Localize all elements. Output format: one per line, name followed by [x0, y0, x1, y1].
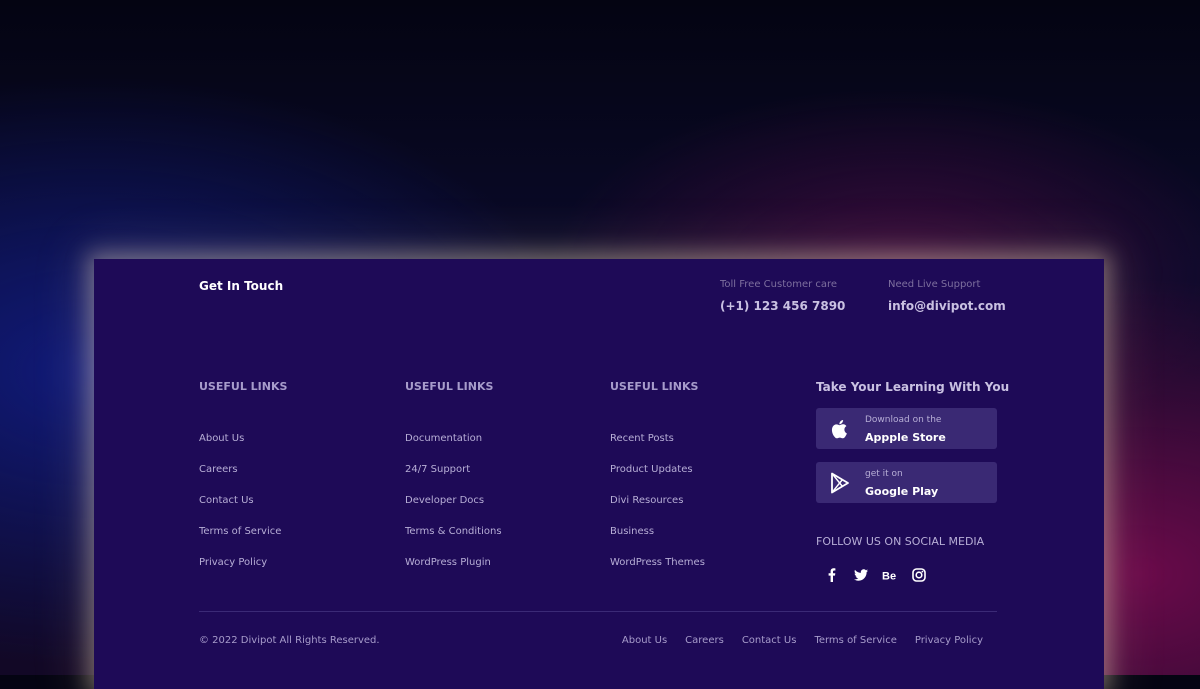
- google-play-label: Google Play: [865, 485, 939, 498]
- apple-store-label: Appple Store: [865, 431, 946, 444]
- apple-icon: [828, 417, 852, 441]
- get-in-touch-heading: Get In Touch: [199, 279, 284, 293]
- facebook-icon[interactable]: [823, 566, 841, 584]
- instagram-icon[interactable]: [910, 566, 928, 584]
- bottom-link-about-us[interactable]: About Us: [622, 635, 667, 646]
- footer-link-divi-resources[interactable]: Divi Resources: [610, 495, 683, 506]
- footer-link-terms-of-service[interactable]: Terms of Service: [199, 526, 281, 537]
- copyright-text: © 2022 Divipot All Rights Reserved.: [199, 635, 380, 646]
- footer-inner: Get In Touch Toll Free Customer care (+1…: [199, 259, 1009, 689]
- footer-link-terms-conditions[interactable]: Terms & Conditions: [405, 526, 502, 537]
- footer-link-about-us[interactable]: About Us: [199, 433, 244, 444]
- svg-text:Be: Be: [882, 571, 896, 583]
- toll-free-label: Toll Free Customer care: [720, 279, 838, 290]
- phone-link[interactable]: (+1) 123 456 7890: [720, 299, 845, 313]
- bottom-link-privacy-policy[interactable]: Privacy Policy: [915, 635, 983, 646]
- footer-link-product-updates[interactable]: Product Updates: [610, 464, 693, 475]
- footer-link-careers[interactable]: Careers: [199, 464, 238, 475]
- social-heading: FOLLOW US ON SOCIAL MEDIA: [816, 535, 985, 548]
- bottom-nav: About Us Careers Contact Us Terms of Ser…: [622, 635, 983, 646]
- bottom-link-contact-us[interactable]: Contact Us: [742, 635, 797, 646]
- twitter-icon[interactable]: [852, 566, 870, 584]
- apps-heading: Take Your Learning With You: [816, 380, 1010, 394]
- google-play-button[interactable]: get it on Google Play: [816, 462, 997, 503]
- footer-link-support[interactable]: 24/7 Support: [405, 464, 470, 475]
- google-play-caption: get it on: [865, 469, 903, 479]
- footer-link-wordpress-plugin[interactable]: WordPress Plugin: [405, 557, 491, 568]
- column-title: USEFUL LINKS: [405, 380, 494, 393]
- bottom-link-terms-of-service[interactable]: Terms of Service: [814, 635, 896, 646]
- footer-link-wordpress-themes[interactable]: WordPress Themes: [610, 557, 705, 568]
- bottom-link-careers[interactable]: Careers: [685, 635, 724, 646]
- email-link[interactable]: info@divipot.com: [888, 299, 1006, 313]
- column-title: USEFUL LINKS: [199, 380, 288, 393]
- facebook-icon[interactable]: [204, 566, 222, 584]
- column-title: USEFUL LINKS: [610, 380, 699, 393]
- footer-link-recent-posts[interactable]: Recent Posts: [610, 433, 674, 444]
- footer-link-documentation[interactable]: Documentation: [405, 433, 482, 444]
- footer-link-contact-us[interactable]: Contact Us: [199, 495, 254, 506]
- footer-link-developer-docs[interactable]: Developer Docs: [405, 495, 484, 506]
- apple-store-caption: Download on the: [865, 415, 942, 425]
- apple-store-button[interactable]: Download on the Appple Store: [816, 408, 997, 449]
- play-icon: [828, 471, 852, 495]
- site-footer: Get In Touch Toll Free Customer care (+1…: [94, 259, 1104, 689]
- support-label: Need Live Support: [888, 279, 981, 290]
- behance-icon[interactable]: Be: [881, 566, 899, 584]
- footer-divider: [199, 611, 997, 612]
- footer-link-business[interactable]: Business: [610, 526, 654, 537]
